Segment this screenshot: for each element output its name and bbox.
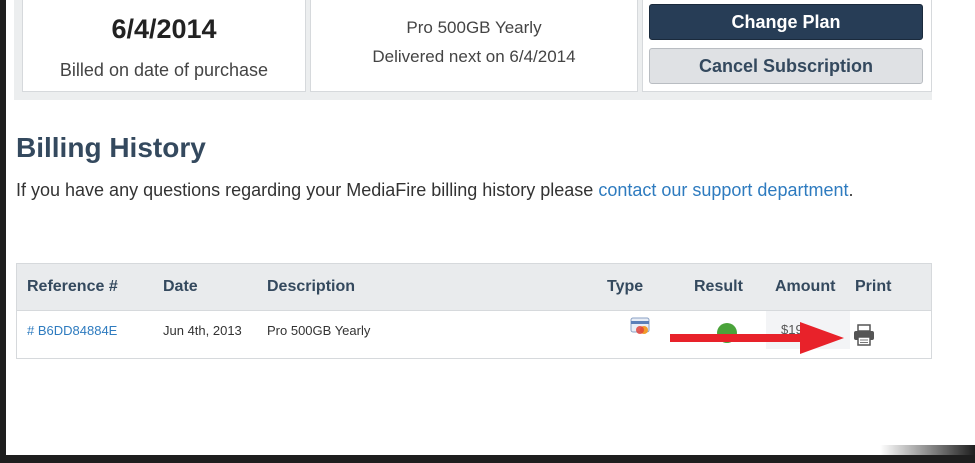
column-header-amount: Amount — [775, 278, 836, 295]
column-header-result: Result — [694, 278, 743, 295]
plan-name: Pro 500GB Yearly — [406, 18, 542, 37]
column-header-print: Print — [855, 278, 892, 295]
plan-actions-cell: Change Plan Cancel Subscription — [642, 0, 932, 92]
column-header-type: Type — [607, 278, 644, 295]
plan-delivery: Delivered next on 6/4/2014 — [372, 47, 576, 66]
column-header-reference: Reference # — [27, 278, 118, 295]
reference-link[interactable]: # B6DD84884E — [27, 323, 117, 338]
billing-intro-period: . — [848, 180, 854, 200]
billing-intro-text: If you have any questions regarding your… — [16, 180, 599, 200]
screenshot-frame-left — [0, 0, 6, 463]
billing-date: 6/4/2014 — [111, 14, 217, 44]
cancel-subscription-button[interactable]: Cancel Subscription — [649, 48, 923, 84]
printer-icon[interactable] — [852, 324, 876, 346]
billing-history-title: Billing History — [16, 132, 206, 163]
column-header-description: Description — [267, 278, 356, 295]
row-description: Pro 500GB Yearly — [267, 323, 371, 338]
table-header: Reference # Date Description Type Result… — [17, 264, 931, 311]
billing-date-caption: Billed on date of purchase — [59, 60, 269, 80]
billing-history-intro: If you have any questions regarding your… — [16, 174, 916, 206]
red-arrow-pointer-icon — [670, 322, 844, 354]
screenshot-frame-bottom — [0, 455, 975, 463]
plan-info-cell: Pro 500GB Yearly Delivered next on 6/4/2… — [310, 0, 638, 92]
contact-support-link[interactable]: contact our support department — [598, 180, 848, 200]
payment-type-icon — [630, 317, 650, 334]
current-plan-panel: 6/4/2014 Billed on date of purchase Pro … — [14, 0, 932, 100]
billing-date-cell: 6/4/2014 Billed on date of purchase — [22, 0, 306, 92]
screenshot-frame-fade — [880, 445, 975, 455]
column-header-date: Date — [163, 278, 198, 295]
row-date: Jun 4th, 2013 — [163, 323, 242, 338]
change-plan-button[interactable]: Change Plan — [649, 4, 923, 40]
